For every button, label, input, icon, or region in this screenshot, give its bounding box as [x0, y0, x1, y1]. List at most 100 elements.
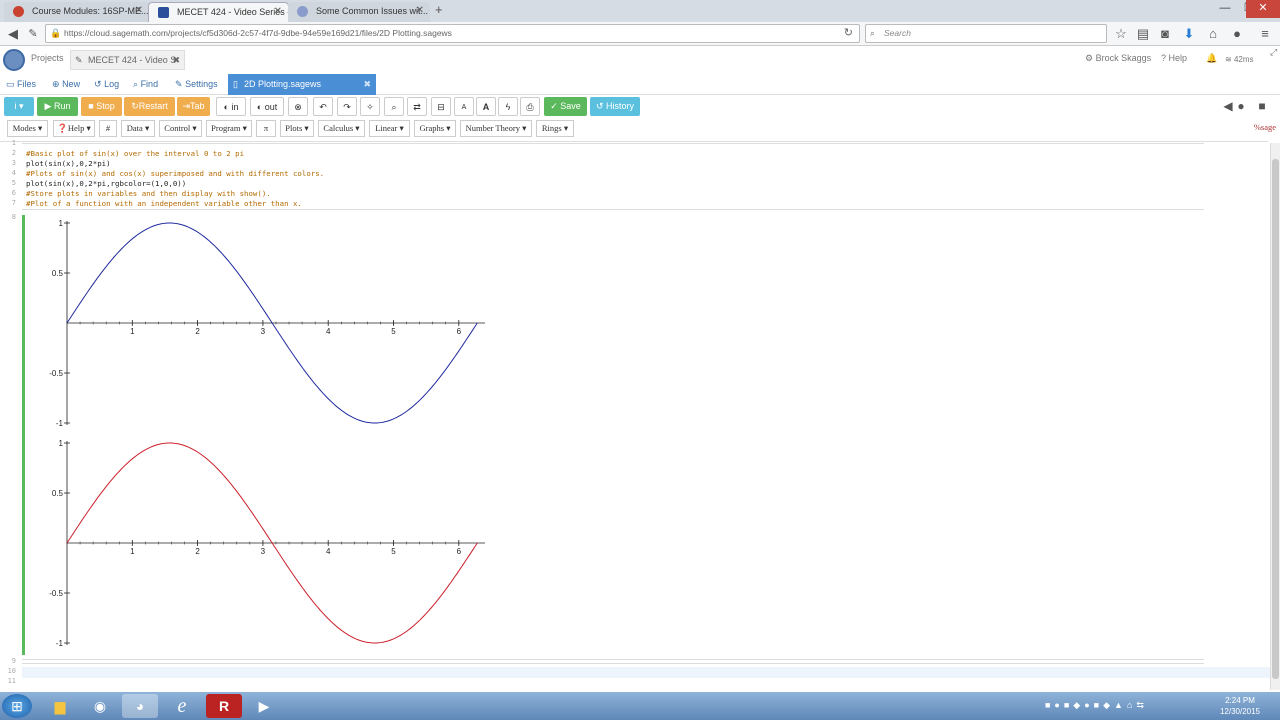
project-tab[interactable]: ✎ MECET 424 - Video S ✖ [70, 50, 185, 70]
menu-rings[interactable]: Rings ▾ [536, 120, 574, 137]
reload-icon[interactable]: ↻ [844, 25, 853, 42]
x-tick-label: 5 [391, 547, 396, 556]
close-icon[interactable]: ✕ [135, 2, 143, 20]
line-number: 1 [11, 139, 16, 147]
menu-number-theory[interactable]: Number Theory ▾ [460, 120, 532, 137]
explorer-icon[interactable]: ▆ [42, 694, 78, 718]
file-icon: ▯ [233, 79, 238, 89]
editor-scrollbar[interactable] [1270, 143, 1280, 690]
magic-wand-icon[interactable]: ✧ [360, 97, 380, 116]
menu-modes[interactable]: Modes ▾ [7, 120, 48, 137]
menu-hash[interactable]: # [99, 120, 117, 137]
print-icon[interactable]: ⎙ [520, 97, 540, 116]
url-bar[interactable]: 🔒 https://cloud.sagemath.com/projects/cf… [45, 24, 860, 43]
y-tick-label: -0.5 [49, 589, 63, 598]
video-icon[interactable]: ■ [1254, 97, 1270, 116]
chat-icon[interactable]: ● [1233, 97, 1249, 116]
menu-control[interactable]: Control ▾ [159, 120, 202, 137]
help-link[interactable]: ? Help [1161, 53, 1187, 63]
settings-button[interactable]: ✎ Settings [175, 79, 218, 90]
user-menu[interactable]: ⚙ Brock Skaggs [1085, 53, 1151, 64]
y-tick-label: -1 [56, 419, 64, 428]
info-button[interactable]: i ▾ [4, 97, 34, 116]
system-tray-icons[interactable]: ■●■◆●■◆▲⌂⇆ [1045, 700, 1148, 711]
code-line-6[interactable]: #Store plots in variables and then displ… [26, 189, 271, 199]
replace-icon[interactable]: ⇄ [407, 97, 427, 116]
browser-tab-course-modules[interactable]: Course Modules: 16SP-ME... ✕ [4, 2, 149, 22]
tab-button[interactable]: ⇥Tab [177, 97, 210, 116]
recorder-icon[interactable]: R [206, 694, 242, 718]
firefox-icon[interactable]: ◕ [122, 694, 158, 718]
menu-data[interactable]: Data ▾ [121, 120, 155, 137]
code-line-4[interactable]: #Plots of sin(x) and cos(x) superimposed… [26, 169, 324, 179]
run-button[interactable]: ▶ Run [37, 97, 78, 116]
redo-icon[interactable]: ↷ [337, 97, 357, 116]
close-icon[interactable]: ✖ [363, 74, 371, 95]
menu-program[interactable]: Program ▾ [206, 120, 252, 137]
home-icon[interactable]: ⌂ [1204, 25, 1222, 43]
wrench-icon: ✎ [175, 79, 183, 89]
files-button[interactable]: ▭ Files [6, 79, 36, 90]
code-line-5[interactable]: plot(sin(x),0,2*pi,rgbcolor=(1,0,0)) [26, 179, 186, 189]
history-button[interactable]: ↺ History [590, 97, 640, 116]
media-player-icon[interactable]: ▶ [246, 694, 282, 718]
menu-graphs[interactable]: Graphs ▾ [414, 120, 456, 137]
search-icon: ⌕ [133, 79, 139, 89]
zoom-out-button[interactable]: ◐ out [250, 97, 284, 116]
restart-button[interactable]: ↻Restart [124, 97, 175, 116]
tools-icon[interactable]: ✎ [24, 25, 42, 43]
interrupt-icon[interactable]: ⊗ [288, 97, 308, 116]
save-button[interactable]: ✓ Save [544, 97, 587, 116]
line-number: 6 [11, 189, 16, 197]
close-icon[interactable]: ✕ [274, 3, 282, 21]
start-button[interactable]: ⊞ [2, 694, 32, 718]
bolt-icon[interactable]: ϟ [498, 97, 518, 116]
close-icon[interactable]: ✖ [172, 51, 180, 69]
menu-icon[interactable]: ≡ [1256, 25, 1274, 43]
code-line-2[interactable]: #Basic plot of sin(x) over the interval … [26, 149, 244, 159]
x-tick-label: 6 [457, 327, 462, 336]
font-smaller-icon[interactable]: A [454, 97, 474, 116]
system-clock[interactable]: 2:24 PM 12/30/2015 [1220, 695, 1260, 717]
code-line-3[interactable]: plot(sin(x),0,2*pi) [26, 159, 111, 169]
code-line-7[interactable]: #Plot of a function with an independent … [26, 199, 302, 209]
chrome-icon[interactable]: ◉ [82, 694, 118, 718]
search-icon[interactable]: ⌕ [384, 97, 404, 116]
worksheet-editor[interactable]: 1 2 3 4 5 6 7 8 9 10 11 #Basic plot of s… [0, 139, 1270, 690]
notifications-icon[interactable]: 🔔 [1206, 53, 1217, 64]
projects-link[interactable]: Projects [31, 53, 64, 63]
canvas-favicon-icon [13, 6, 24, 17]
window-close-icon[interactable]: ✕ [1246, 0, 1280, 18]
menu-linear[interactable]: Linear ▾ [369, 120, 410, 137]
ie-icon[interactable]: e [164, 694, 200, 718]
font-larger-icon[interactable]: A [476, 97, 496, 116]
folder-icon: ▭ [6, 79, 15, 89]
menu-calculus[interactable]: Calculus ▾ [318, 120, 365, 137]
bookmark-star-icon[interactable]: ☆ [1112, 25, 1130, 43]
search-input[interactable]: ⌕ Search [865, 24, 1107, 43]
close-icon[interactable]: ✕ [416, 2, 424, 20]
split-icon[interactable]: ⊟ [431, 97, 451, 116]
browser-tab-common-issues[interactable]: Some Common Issues wit... ✕ [288, 2, 430, 22]
browser-tab-mecet[interactable]: MECET 424 - Video Series -... ✕ [148, 2, 289, 22]
log-button[interactable]: ↺ Log [94, 79, 119, 90]
menu-pi[interactable]: π [256, 120, 276, 137]
scrollbar-thumb[interactable] [1272, 159, 1279, 679]
back-icon[interactable]: ◀ [4, 25, 22, 43]
fullscreen-icon[interactable]: ⤢ [1270, 47, 1277, 58]
find-button[interactable]: ⌕ Find [133, 79, 158, 90]
stop-button[interactable]: ■ Stop [81, 97, 122, 116]
open-file-tab[interactable]: ▯ 2D Plotting.sagews ✖ [228, 74, 376, 95]
new-button[interactable]: ⊕ New [52, 79, 80, 90]
new-tab-button[interactable]: + [435, 2, 443, 17]
menu-plots[interactable]: Plots ▾ [280, 120, 314, 137]
input-cell-active-line[interactable] [22, 667, 1270, 678]
menu-help[interactable]: ❓Help ▾ [53, 120, 95, 137]
download-icon[interactable]: ⬇ [1180, 25, 1198, 43]
pocket-icon[interactable]: ◙ [1156, 25, 1174, 43]
chat-icon[interactable]: ● [1228, 25, 1246, 43]
line-number: 8 [11, 213, 16, 221]
undo-icon[interactable]: ↶ [313, 97, 333, 116]
clipboard-icon[interactable]: ▤ [1134, 25, 1152, 43]
zoom-in-button[interactable]: ◐ in [216, 97, 246, 116]
